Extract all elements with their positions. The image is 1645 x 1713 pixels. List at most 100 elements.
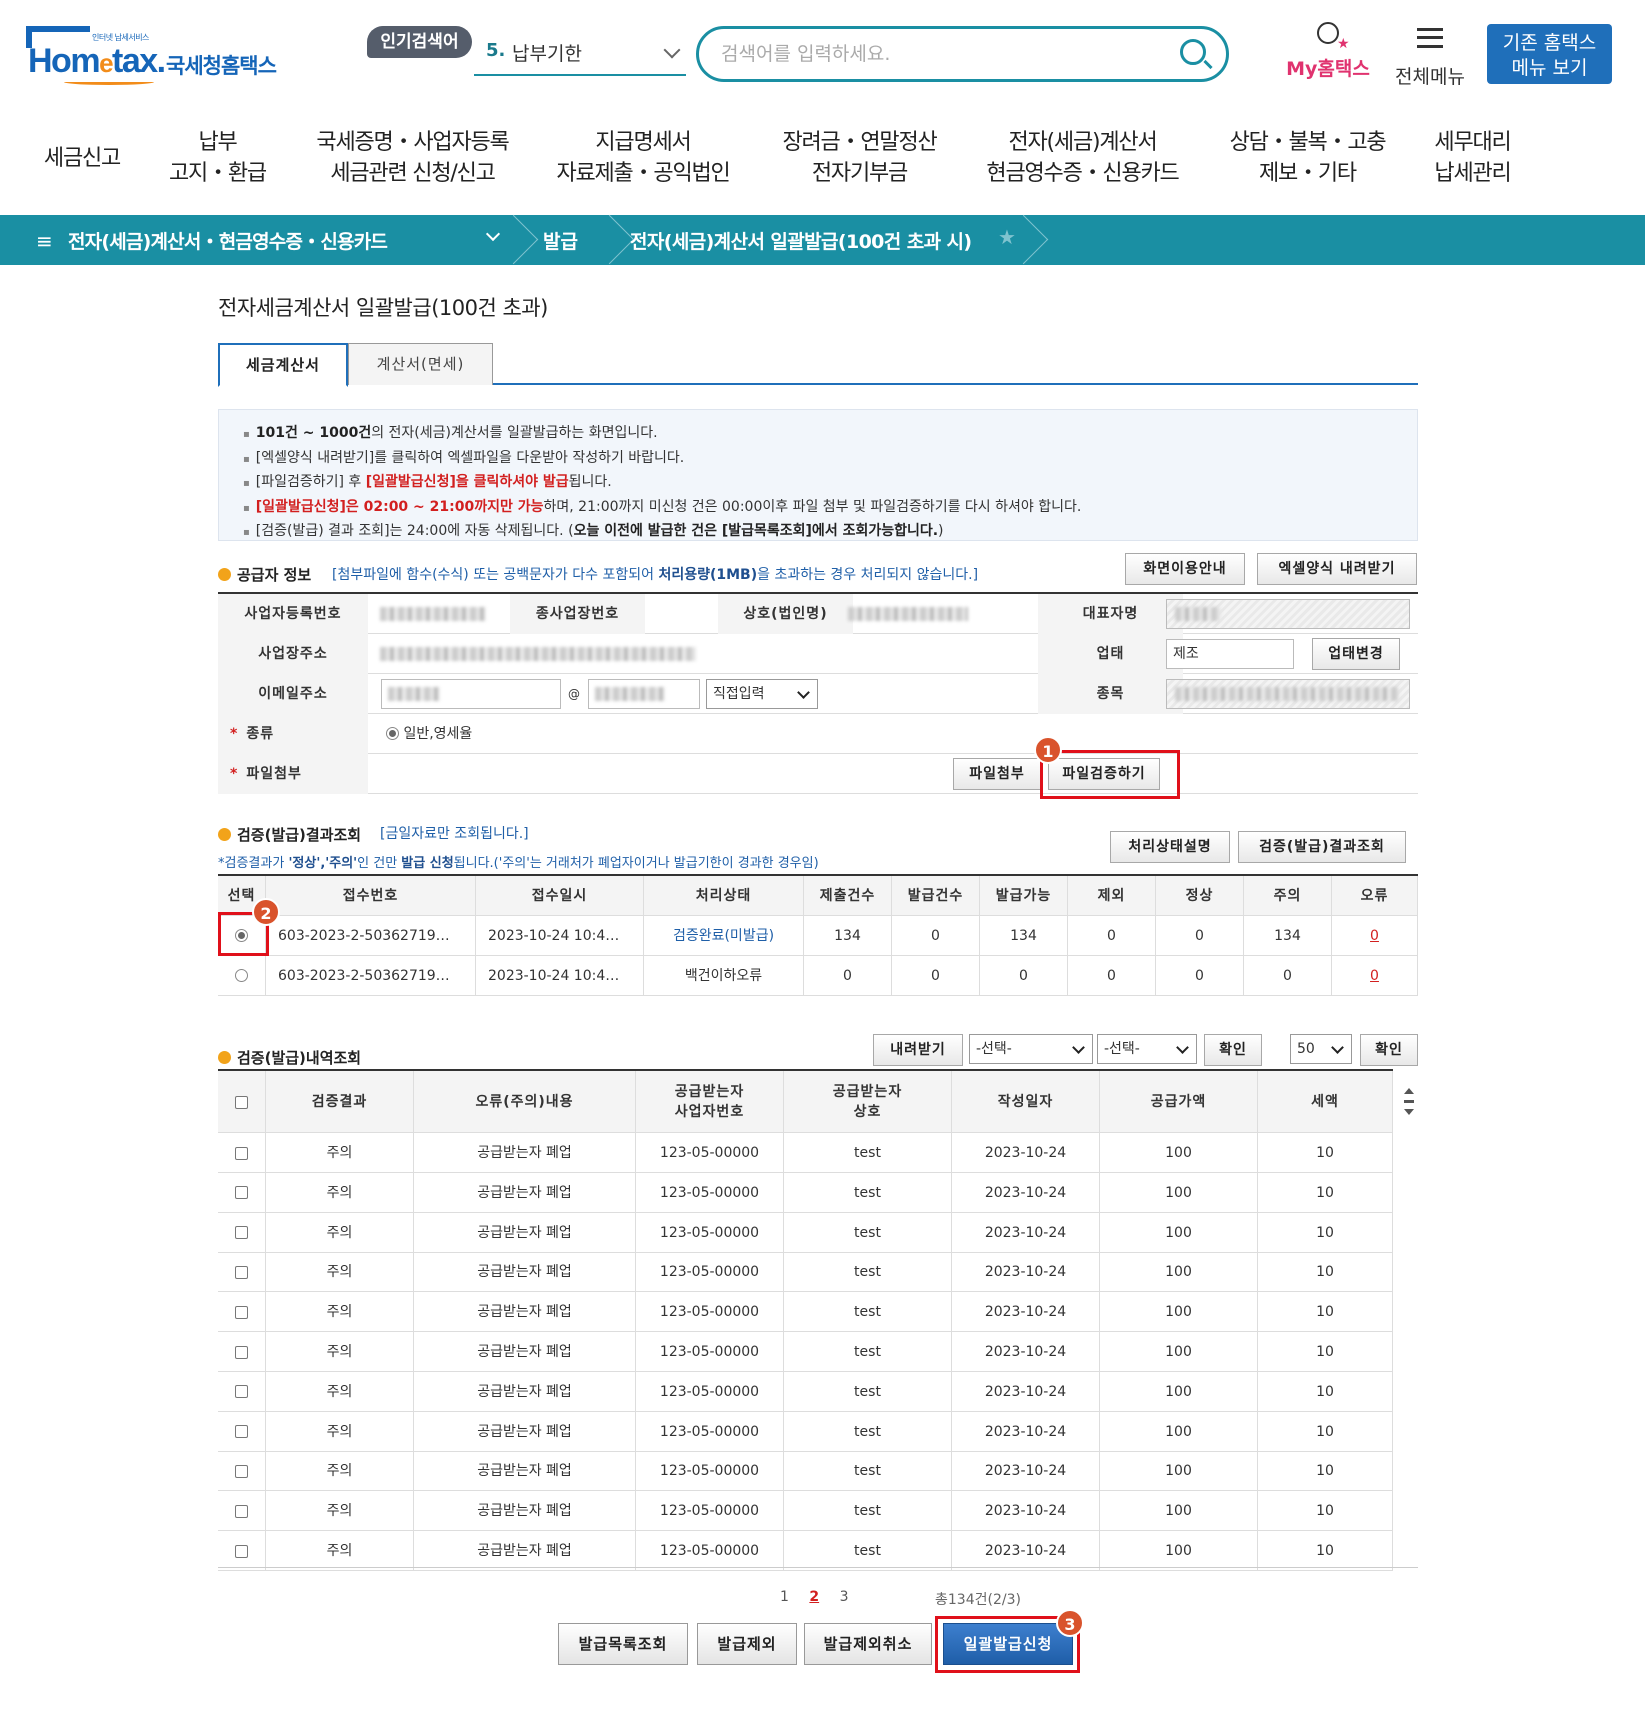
row-checkbox[interactable]: [235, 1226, 248, 1240]
email-domain-field[interactable]: [588, 679, 700, 709]
row-checkbox[interactable]: [235, 1464, 248, 1478]
table-scrollbar[interactable]: [1400, 1082, 1418, 1122]
download-button[interactable]: 내려받기: [873, 1034, 963, 1066]
table-cell: 2023-10-24: [952, 1292, 1100, 1333]
kind-radio[interactable]: 일반,영세율: [386, 714, 586, 754]
select-all-cell: [218, 1071, 266, 1133]
table-cell: 10: [1258, 1172, 1393, 1213]
table-cell: 공급받는자 폐업: [414, 1172, 636, 1213]
breadcrumb: ≡ 전자(세금)계산서・현금영수증・신용카드 발급 전자(세금)계산서 일괄발급…: [0, 215, 1645, 265]
table-cell: 2023-10-24 10:4…: [476, 916, 644, 956]
table-cell: 공급받는자 폐업: [414, 1491, 636, 1532]
table-cell: test: [784, 1212, 952, 1253]
my-hometax-label: My홈택스: [1286, 58, 1370, 80]
result-inquiry-button[interactable]: 검증(발급)결과조회: [1238, 831, 1406, 863]
filter-confirm-button[interactable]: 확인: [1204, 1034, 1262, 1066]
breadcrumb-level2[interactable]: 발급: [543, 227, 578, 254]
all-menu-button[interactable]: 전체메뉴: [1390, 22, 1470, 89]
gnb-item-incentive[interactable]: 장려금・연말정산 전자기부금: [772, 127, 947, 189]
table-cell: 2023-10-24: [952, 1172, 1100, 1213]
column-header: 공급가액: [1100, 1071, 1258, 1133]
hometax-logo[interactable]: 인터넷 납세서비스 Hometax. 국세청홈택스: [20, 24, 290, 86]
count-link[interactable]: 0: [1107, 968, 1116, 984]
column-header: 주의: [1244, 876, 1332, 916]
count-link[interactable]: 0: [931, 968, 940, 984]
label-email: 이메일주소: [218, 674, 368, 714]
gnb-item-tax-agent[interactable]: 세무대리 납세관리: [1425, 127, 1520, 189]
breadcrumb-separator-icon: [510, 215, 534, 265]
row-checkbox[interactable]: [235, 1385, 248, 1399]
row-checkbox[interactable]: [235, 1265, 248, 1279]
select-all-checkbox[interactable]: [235, 1095, 248, 1109]
cancel-exclude-button[interactable]: 발급제외취소: [804, 1623, 932, 1665]
tab-tax-invoice[interactable]: 세금계산서: [218, 343, 348, 387]
count-link[interactable]: 0: [1019, 968, 1028, 984]
scroll-down-icon[interactable]: [1404, 1109, 1414, 1115]
count-link[interactable]: 0: [1370, 968, 1379, 984]
row-select-radio[interactable]: [235, 969, 248, 982]
pagination: 1 2 3: [780, 1589, 865, 1605]
issue-list-button[interactable]: 발급목록조회: [558, 1623, 688, 1665]
table-cell: 10: [1258, 1411, 1393, 1452]
page-link[interactable]: 3: [840, 1589, 849, 1605]
sub-bizno-value: [648, 594, 718, 634]
change-biz-type-button[interactable]: 업태변경: [1312, 638, 1400, 670]
menu-icon[interactable]: ≡: [36, 229, 53, 253]
search-icon[interactable]: [1180, 39, 1206, 65]
redacted-address: [380, 647, 696, 661]
count-link[interactable]: 134: [1010, 928, 1037, 944]
row-checkbox[interactable]: [235, 1504, 248, 1518]
status-description-button[interactable]: 처리상태설명: [1110, 831, 1230, 863]
count-link[interactable]: 134: [1274, 928, 1301, 944]
step-marker-2: 2: [252, 898, 280, 926]
gnb-item-consulting[interactable]: 상담・불복・고충 제보・기타: [1220, 127, 1395, 189]
scroll-thumb-icon[interactable]: [1404, 1100, 1414, 1103]
supplier-info-grid: 사업자등록번호 종사업장번호 상호(법인명) 대표자명 사업장주소 업태 제조 …: [218, 592, 1418, 794]
count-link[interactable]: 0: [1195, 928, 1204, 944]
row-checkbox[interactable]: [235, 1146, 248, 1160]
row-checkbox[interactable]: [235, 1425, 248, 1439]
row-checkbox[interactable]: [235, 1544, 248, 1558]
popular-search-select[interactable]: 5. 납부기한: [474, 30, 686, 76]
tab-invoice-tax-free[interactable]: 계산서(면세): [348, 343, 493, 385]
file-attach-button[interactable]: 파일첨부: [953, 758, 1041, 790]
gnb-item-certificate[interactable]: 국세증명・사업자등록 세금관련 신청/신고: [305, 127, 520, 189]
table-cell: 10: [1258, 1212, 1393, 1253]
table-row: 주의 공급받는자 폐업 123-05-00000 test 2023-10-24 100 1…: [218, 1411, 1393, 1452]
gnb-item-tax-report[interactable]: 세금신고: [36, 143, 128, 174]
search-input[interactable]: [719, 39, 1149, 69]
gnb-item-payment[interactable]: 납부 고지・환급: [160, 127, 275, 189]
row-checkbox[interactable]: [235, 1305, 248, 1319]
count-link[interactable]: 134: [834, 928, 861, 944]
breadcrumb-level1[interactable]: 전자(세금)계산서・현금영수증・신용카드: [68, 227, 388, 254]
screen-guide-button[interactable]: 화면이용안내: [1125, 553, 1245, 585]
table-cell: 100: [1100, 1292, 1258, 1333]
email-id-field[interactable]: [381, 679, 561, 709]
page-link-current[interactable]: 2: [809, 1589, 819, 1605]
table-cell: 0: [1332, 916, 1418, 956]
scroll-up-icon[interactable]: [1404, 1088, 1414, 1094]
count-link[interactable]: 0: [931, 928, 940, 944]
row-checkbox[interactable]: [235, 1345, 248, 1359]
excel-template-download-button[interactable]: 엑셀양식 내려받기: [1257, 553, 1417, 585]
count-link[interactable]: 0: [1195, 968, 1204, 984]
my-hometax-link[interactable]: ★ My홈택스: [1283, 22, 1373, 81]
page-link[interactable]: 1: [780, 1589, 789, 1605]
column-header: 접수번호: [266, 876, 476, 916]
count-link[interactable]: 0: [843, 968, 852, 984]
filter-select-2[interactable]: -선택-: [1097, 1034, 1197, 1064]
biz-type-field[interactable]: 제조: [1166, 639, 1294, 669]
gnb-item-statements[interactable]: 지급명세서 자료제출・공익법인: [548, 127, 738, 189]
notice-box: 101건 ~ 1000건의 전자(세금)계산서를 일괄발급하는 화면입니다. […: [218, 409, 1418, 541]
page-size-confirm-button[interactable]: 확인: [1360, 1034, 1418, 1066]
row-checkbox[interactable]: [235, 1186, 248, 1200]
old-menu-button[interactable]: 기존 홈택스 메뉴 보기: [1487, 24, 1612, 84]
count-link[interactable]: 0: [1107, 928, 1116, 944]
count-link[interactable]: 0: [1370, 928, 1379, 944]
exclude-issue-button[interactable]: 발급제외: [697, 1623, 797, 1665]
count-link[interactable]: 0: [1283, 968, 1292, 984]
gnb-item-e-invoice[interactable]: 전자(세금)계산서 현금영수증・신용카드: [980, 127, 1185, 189]
page-size-select[interactable]: 50: [1290, 1034, 1352, 1064]
filter-select-1[interactable]: -선택-: [969, 1034, 1093, 1064]
email-domain-select[interactable]: 직접입력: [706, 679, 818, 709]
